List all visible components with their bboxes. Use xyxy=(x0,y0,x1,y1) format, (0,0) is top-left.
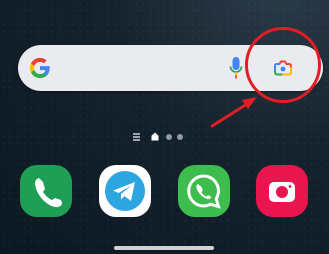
page-dot xyxy=(166,134,172,140)
whatsapp-app[interactable] xyxy=(178,165,230,217)
navigation-gesture-handle[interactable] xyxy=(114,246,214,250)
google-g-icon xyxy=(29,57,50,79)
camera-icon xyxy=(269,182,295,202)
menu-lines-icon xyxy=(133,133,140,141)
camera-app[interactable] xyxy=(256,165,308,217)
microphone-icon[interactable] xyxy=(229,56,243,80)
phone-app[interactable] xyxy=(20,165,72,217)
telegram-app[interactable] xyxy=(99,165,151,217)
page-dot xyxy=(177,134,183,140)
telegram-icon xyxy=(105,171,145,211)
page-indicator xyxy=(133,131,183,143)
home-page-icon xyxy=(151,132,159,141)
whatsapp-icon xyxy=(187,174,221,209)
phone-icon xyxy=(35,178,62,208)
annotation-highlight-circle xyxy=(245,27,321,103)
